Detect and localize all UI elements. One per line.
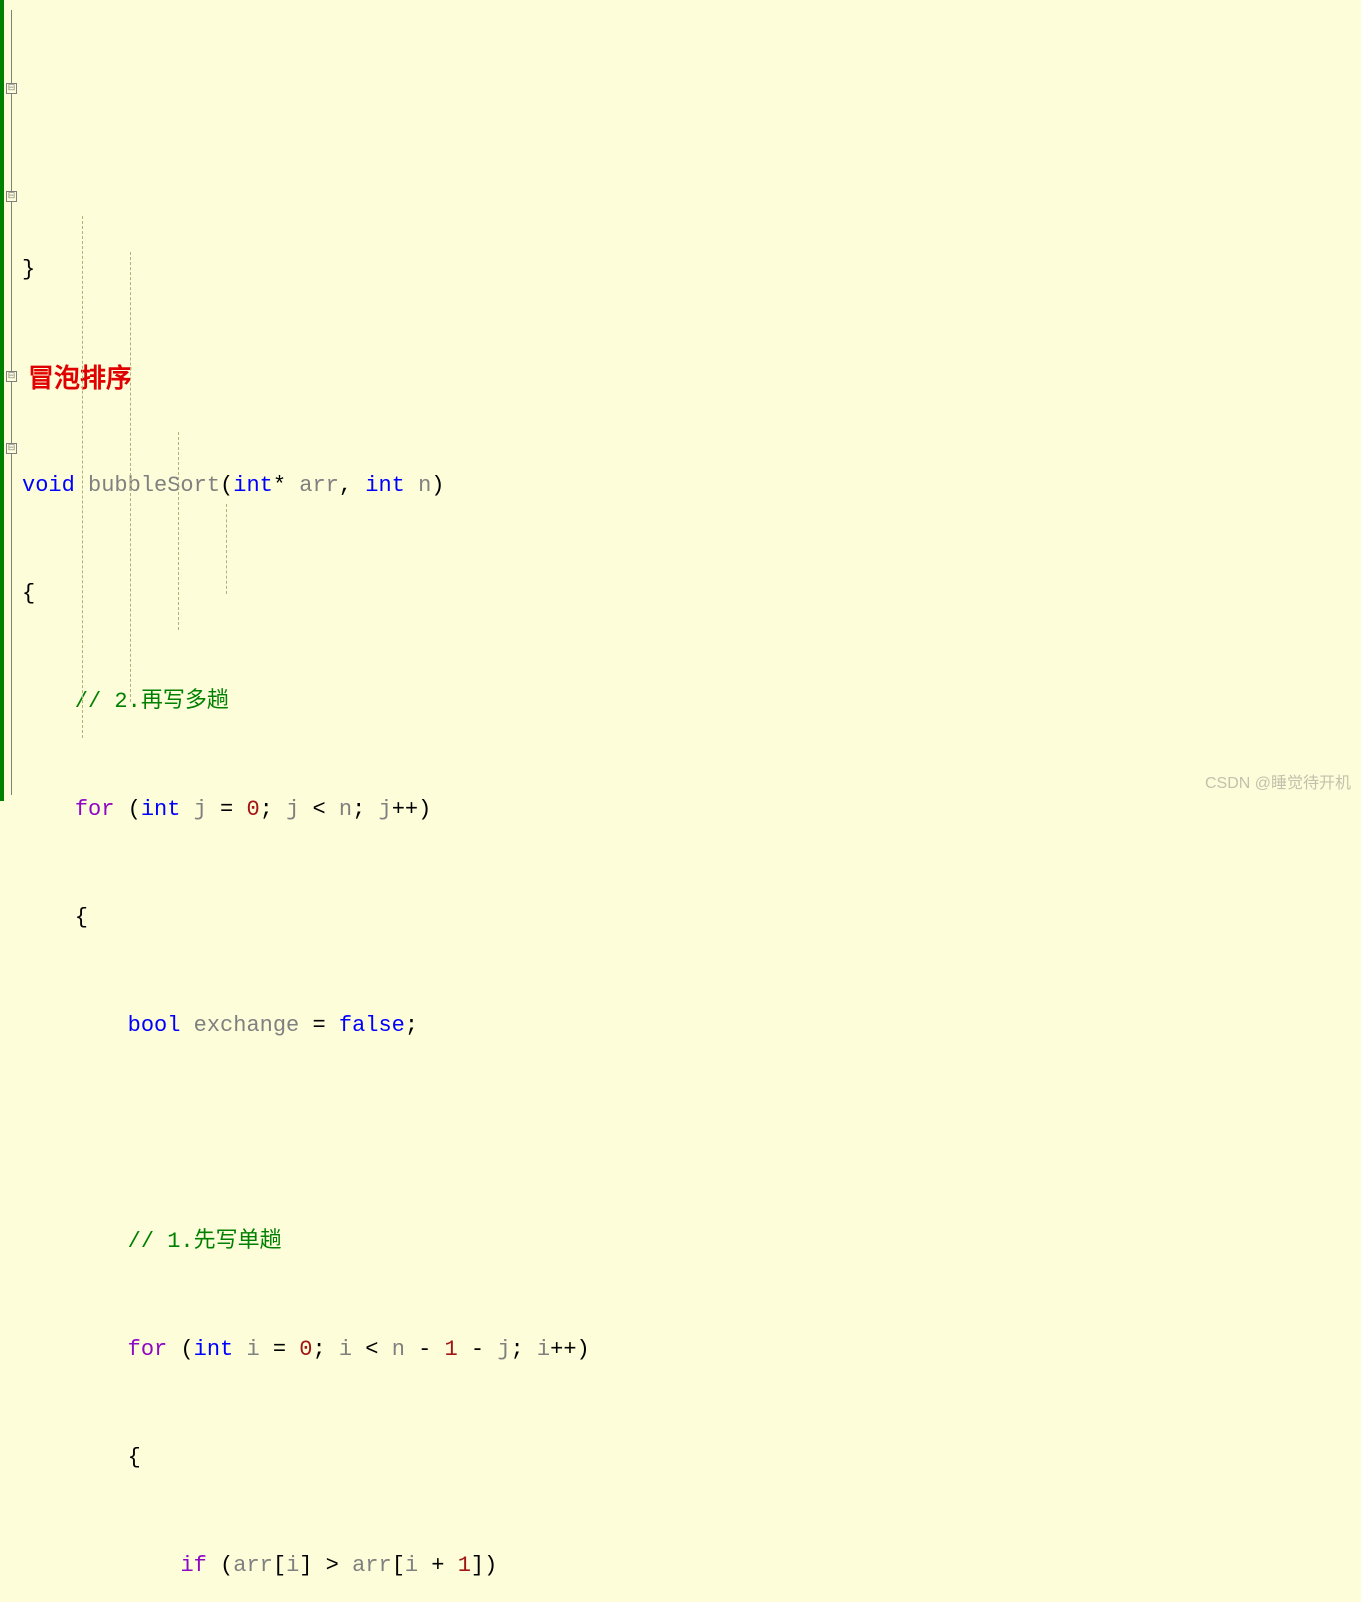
code-line: {: [22, 1440, 1361, 1476]
code-line: [22, 1116, 1361, 1152]
code-editor: ⊟ ⊟ ⊟ ⊟ } 冒泡排序 void bubbleSort(int* arr,…: [0, 0, 1361, 801]
fold-toggle-icon[interactable]: ⊟: [6, 191, 17, 202]
indent-guide: [178, 432, 179, 630]
code-line: for (int i = 0; i < n - 1 - j; i++): [22, 1332, 1361, 1368]
fold-toggle-icon[interactable]: ⊟: [6, 83, 17, 94]
indent-guide: [226, 504, 227, 594]
code-line: if (arr[i] > arr[i + 1]): [22, 1548, 1361, 1584]
code-line: }: [22, 252, 1361, 288]
code-line: for (int j = 0; j < n; j++): [22, 792, 1361, 828]
fold-guide-line: [11, 10, 12, 795]
code-line: // 1.先写单趟: [22, 1224, 1361, 1260]
watermark-text: CSDN @睡觉待开机: [1205, 769, 1351, 793]
section-heading: 冒泡排序: [22, 360, 1361, 396]
code-line: {: [22, 576, 1361, 612]
code-line: // 2.再写多趟: [22, 684, 1361, 720]
code-line: void bubbleSort(int* arr, int n): [22, 468, 1361, 504]
code-line: bool exchange = false;: [22, 1008, 1361, 1044]
fold-gutter: ⊟ ⊟ ⊟ ⊟: [4, 0, 22, 801]
indent-guide: [130, 252, 131, 702]
code-line: {: [22, 900, 1361, 936]
code-content[interactable]: } 冒泡排序 void bubbleSort(int* arr, int n) …: [22, 0, 1361, 801]
indent-guide: [82, 216, 83, 738]
fold-toggle-icon[interactable]: ⊟: [6, 443, 17, 454]
fold-toggle-icon[interactable]: ⊟: [6, 371, 17, 382]
